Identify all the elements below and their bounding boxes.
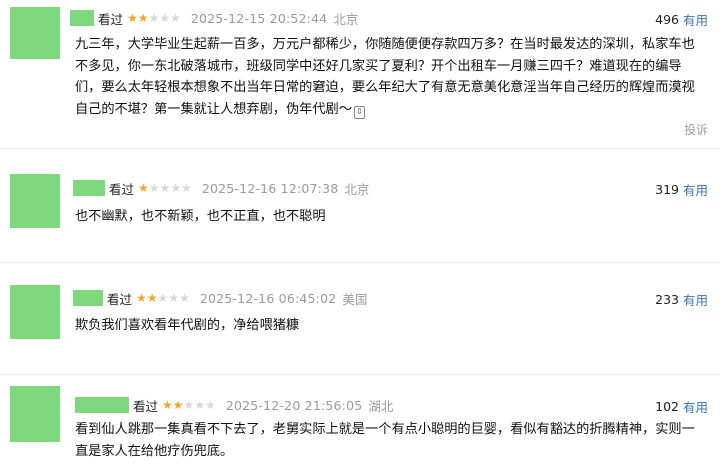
star-filled-icon: ★ <box>172 398 184 412</box>
review-content: 欺负我们喜欢看年代剧的，净给喂猪糠 <box>75 315 715 337</box>
review-meta: 看过 ★ ★ ★ ★ ★ 2025-12-15 20:52:44 北京 <box>70 8 358 28</box>
report-link[interactable]: 投诉 <box>684 121 708 138</box>
watch-status: 看过 <box>107 291 133 307</box>
vote-area: 319 有用 <box>655 180 708 199</box>
vote-area: 102 有用 <box>655 397 708 416</box>
star-empty-icon: ★ <box>194 398 206 412</box>
star-empty-icon: ★ <box>170 11 181 25</box>
review-location: 美国 <box>342 291 368 307</box>
username[interactable] <box>73 180 105 196</box>
divider <box>0 374 720 375</box>
review-content: 也不幽默，也不新颖，也不正直，也不聪明 <box>75 206 715 228</box>
review-meta: 看过 ★ ★ ★ ★ ★ 2025-12-16 06:45:02 美国 <box>73 288 367 308</box>
username[interactable] <box>70 10 94 26</box>
star-empty-icon: ★ <box>159 181 171 195</box>
useful-button[interactable]: 有用 <box>683 10 708 29</box>
star-filled-icon: ★ <box>137 11 149 25</box>
star-empty-icon: ★ <box>183 398 195 412</box>
content-line: 看到仙人跳那一集真看不下去了，老舅实际上就是一个有点小聪明的巨婴，看似有豁达的折… <box>75 422 695 437</box>
avatar[interactable] <box>10 386 60 442</box>
star-empty-icon: ★ <box>179 291 190 305</box>
review-card: 看过 ★ ★ ★ ★ ★ 2025-12-16 06:45:02 美国 233 有用 欺… <box>0 270 720 370</box>
review-time: 2025-12-15 20:52:44 <box>190 10 328 26</box>
content-line: 欺负我们喜欢看年代剧的，净给喂猪糠 <box>75 318 300 333</box>
review-card: 看过 ★ ★ ★ ★ ★ 2025-12-16 12:07:38 北京 319 有用 也… <box>0 160 720 260</box>
content-line: 不多见，你一东北破落城市，班级同学中还好几家买了夏利？开个出租车一月赚三四千？难… <box>75 58 682 74</box>
avatar[interactable] <box>10 7 60 59</box>
vote-area: 496 有用 <box>655 10 708 29</box>
useful-button[interactable]: 有用 <box>683 290 708 309</box>
content-line: 直是家人在给他疗伤兜底。 <box>75 443 234 459</box>
rating-stars: ★ ★ ★ ★ ★ <box>136 292 190 304</box>
vote-count: 496 <box>655 12 679 27</box>
review-card: 看过 ★ ★ ★ ★ ★ 2025-12-20 21:56:05 湖北 102 有用 看… <box>0 380 720 474</box>
rating-stars: ★ ★ ★ ★ ★ <box>127 12 181 24</box>
star-empty-icon: ★ <box>205 398 216 412</box>
vote-count: 319 <box>655 182 679 197</box>
content-line: 九三年，大学毕业生起薪一百多，万元户都稀少，你随随便便存款四万多？在当时最发达的… <box>75 37 695 52</box>
review-content: 九三年，大学毕业生起薪一百多，万元户都稀少，你随随便便存款四万多？在当时最发达的… <box>75 34 715 120</box>
vote-area: 233 有用 <box>655 290 708 309</box>
star-empty-icon: ★ <box>148 181 160 195</box>
expand-icon[interactable]: ⇕ <box>353 105 365 119</box>
review-time: 2025-12-16 06:45:02 <box>199 290 337 306</box>
divider <box>0 262 720 263</box>
star-empty-icon: ★ <box>157 291 169 305</box>
avatar[interactable] <box>10 285 60 339</box>
star-empty-icon: ★ <box>168 291 180 305</box>
watch-status: 看过 <box>133 398 159 414</box>
star-filled-icon: ★ <box>146 291 158 305</box>
username[interactable] <box>75 397 129 413</box>
star-empty-icon: ★ <box>159 11 171 25</box>
useful-button[interactable]: 有用 <box>683 180 708 199</box>
review-content: 看到仙人跳那一集真看不下去了，老舅实际上就是一个有点小聪明的巨婴，看似有豁达的折… <box>75 419 720 462</box>
star-filled-icon: ★ <box>127 11 138 25</box>
star-empty-icon: ★ <box>148 11 160 25</box>
star-empty-icon: ★ <box>170 181 182 195</box>
review-location: 北京 <box>344 181 370 197</box>
star-empty-icon: ★ <box>181 181 192 195</box>
username[interactable] <box>73 290 103 306</box>
review-time: 2025-12-16 12:07:38 <box>201 180 339 196</box>
review-location: 北京 <box>333 11 359 27</box>
divider <box>0 148 720 149</box>
useful-button[interactable]: 有用 <box>683 397 708 416</box>
content-line: 自己的不堪？第一集就让人想弃剧，伪年代剧～ <box>75 101 352 117</box>
review-meta: 看过 ★ ★ ★ ★ ★ 2025-12-20 21:56:05 湖北 <box>75 395 393 415</box>
vote-count: 102 <box>655 399 679 414</box>
review-location: 湖北 <box>368 398 394 414</box>
rating-stars: ★ ★ ★ ★ ★ <box>138 182 192 194</box>
watch-status: 看过 <box>109 181 135 197</box>
star-filled-icon: ★ <box>138 181 149 195</box>
star-filled-icon: ★ <box>162 398 173 412</box>
avatar[interactable] <box>10 174 60 228</box>
rating-stars: ★ ★ ★ ★ ★ <box>162 399 216 411</box>
content-line: 也不幽默，也不新颖，也不正直，也不聪明 <box>75 209 326 224</box>
review-time: 2025-12-20 21:56:05 <box>225 397 363 413</box>
content-line: 们，要么太年轻根本想象不出当年日常的窘迫，要么年纪大了有意无意美化意淫当年自己经… <box>75 80 695 95</box>
watch-status: 看过 <box>98 11 124 27</box>
vote-count: 233 <box>655 292 679 307</box>
star-filled-icon: ★ <box>136 291 147 305</box>
review-meta: 看过 ★ ★ ★ ★ ★ 2025-12-16 12:07:38 北京 <box>73 178 369 198</box>
review-card: 看过 ★ ★ ★ ★ ★ 2025-12-15 20:52:44 北京 496 有用 九… <box>0 0 720 150</box>
